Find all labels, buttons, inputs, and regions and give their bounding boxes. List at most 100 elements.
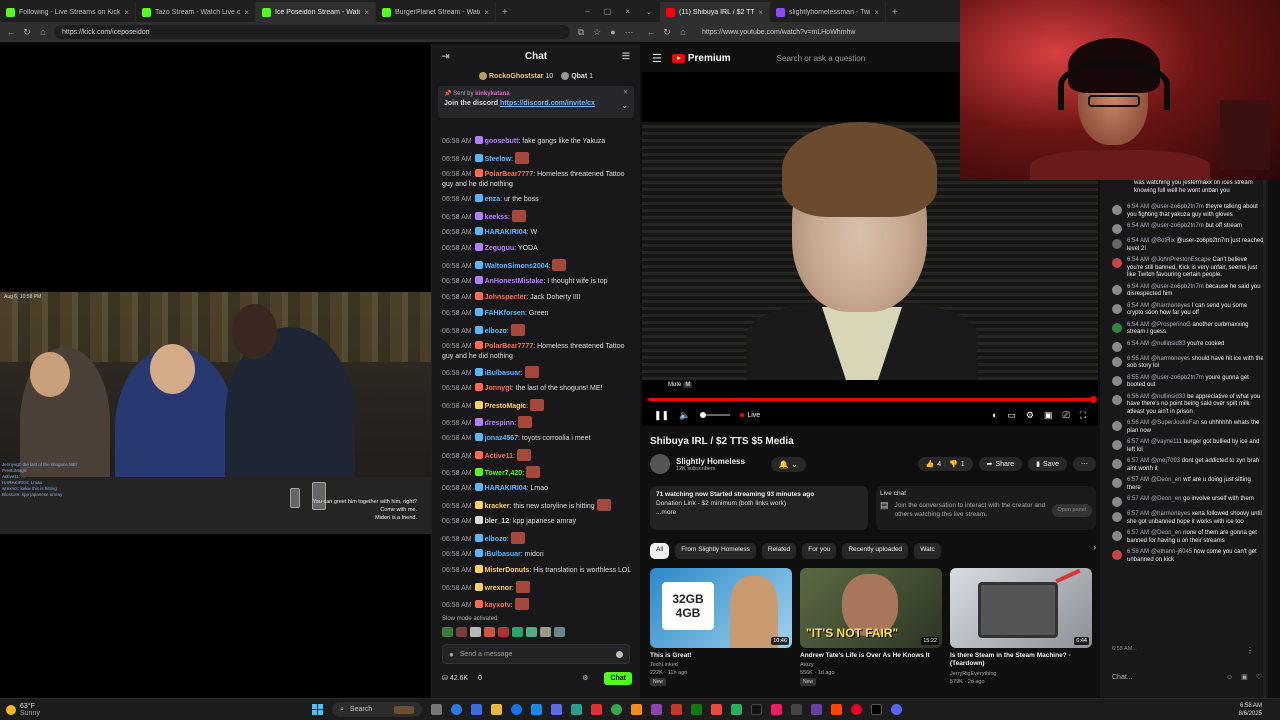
recommendation-title[interactable]: Is there Steam in the Steam Machine? - (… [950,652,1092,668]
live-badge[interactable]: Live [740,412,760,419]
discord-link[interactable]: https://discord.com/invite/cx [500,100,595,107]
recommendation-channel[interactable]: TechLinked [650,661,792,669]
user-avatar[interactable] [1112,205,1122,215]
close-icon[interactable]: × [244,8,249,17]
message-username[interactable]: Steelow [485,156,511,163]
user-avatar[interactable] [1112,322,1122,333]
app-icon[interactable] [771,704,782,715]
autoplay-toggle-icon[interactable]: ◐ [992,410,997,421]
open-panel-button[interactable]: Open panel [1051,503,1092,517]
store-icon[interactable] [531,704,542,715]
recommendation-card[interactable]: 6:44 Is there Steam in the Steam Machine… [950,568,1092,694]
emote-icon[interactable] [554,627,565,637]
close-window-icon[interactable]: × [625,7,630,16]
message-username[interactable]: @user-zo6pb2tn7m [1151,284,1204,290]
youtube-logo[interactable]: Premium [671,53,731,64]
reload-icon[interactable]: ↻ [662,27,672,38]
message-username[interactable]: @nullinsid33 [1151,394,1185,400]
emote-icon[interactable] [540,627,551,637]
message-username[interactable]: Active11 [485,453,513,460]
message-username[interactable]: Johnspecter [485,294,527,301]
recommendation-card[interactable]: "IT'S NOT FAIR" 15:22 Andrew Tate's Life… [800,568,942,694]
home-icon[interactable]: ⌂ [678,27,688,37]
app-icon[interactable] [571,704,582,715]
edge-icon[interactable] [511,704,522,715]
message-username[interactable]: @Deon_en [1151,496,1181,502]
user-avatar[interactable] [1112,394,1122,405]
chrome-icon[interactable] [611,704,622,715]
app-icon[interactable] [551,704,562,715]
more-options-icon[interactable]: ⋮ [1246,646,1254,655]
cast-icon[interactable]: ⎚ [1062,410,1069,421]
app-icon[interactable] [651,704,662,715]
message-username[interactable]: jonaz4567 [485,435,518,442]
profile-icon[interactable]: ● [608,27,618,37]
channel-points[interactable]: 0 [478,675,482,682]
windows-start-icon[interactable] [312,704,323,715]
video-thumbnail[interactable]: 6:44 [950,568,1092,648]
tab-youtube[interactable]: (11) Shibuya IRL / $2 TTS $5 Media × [660,2,770,22]
show-more-link[interactable]: ...more [656,508,862,517]
copilot-icon[interactable] [451,704,462,715]
emote-icon[interactable] [498,627,509,637]
tab-twitch[interactable]: slightlyhomelessman - Twitch × [770,2,886,22]
teams-icon[interactable] [471,704,482,715]
tab-tazo[interactable]: Tazo Stream - Watch Live on Kick × [136,2,256,22]
url-field[interactable]: https://www.youtube.com/watch?v=mLHoWhmh… [694,25,954,39]
close-icon[interactable]: × [364,8,369,17]
message-username[interactable]: enza [485,196,501,203]
emote-icon[interactable] [470,627,481,637]
like-button[interactable]: 👍 4 | 👎 1 [917,457,973,471]
message-username[interactable]: Tower7,420 [485,470,523,477]
message-username[interactable]: drespinn [485,420,515,427]
message-username[interactable]: @vayne111 [1151,439,1182,445]
message-username[interactable]: @nullinsid33 [1151,341,1185,347]
message-username[interactable]: keekss [485,214,508,221]
user-avatar[interactable] [1112,341,1122,352]
adobe-icon[interactable] [671,704,682,715]
extensions-icon[interactable]: ⧉ [576,27,586,38]
message-username[interactable]: iBulbasuar [485,370,521,377]
notification-bell-icon[interactable]: 🔔 ⌄ [770,456,806,472]
maximize-icon[interactable]: ▢ [604,7,612,16]
recommendation-title[interactable]: This is Great! [650,652,792,659]
chat-settings-gear-icon[interactable]: ⚙ [582,674,588,682]
message-username[interactable]: MisterDonuts [485,567,530,574]
video-thumbnail[interactable]: "IT'S NOT FAIR" 15:22 [800,568,942,648]
chevron-down-icon[interactable]: ⌄ [621,101,628,110]
message-username[interactable]: HARAKIRI04 [485,229,527,236]
message-username[interactable]: @user-zo6pb2tn7m [1151,204,1204,210]
message-username[interactable]: AnHonestMistake [485,278,544,285]
chat-message-list[interactable]: 06:58 AM goosebutt: fake gangs like the Y… [432,136,640,616]
thumbs-down-icon[interactable]: 👎 [949,460,958,468]
chat-input[interactable]: ● Send a message [442,644,630,664]
message-username[interactable]: Zeguguu [485,245,515,252]
weather-widget[interactable]: 63°F Sunny [0,703,300,717]
message-username[interactable]: kracker [485,503,510,510]
user-avatar[interactable] [1112,550,1122,560]
pinned-message[interactable]: 📌 Sent by kinkykatana Join the discord h… [438,86,634,118]
progress-bar[interactable] [648,396,1097,403]
message-username[interactable]: @JohnPrestonEscape [1151,257,1211,263]
hamburger-menu-icon[interactable]: ☰ [652,52,662,65]
unpin-icon[interactable]: ✕ [623,89,628,96]
chevron-right-icon[interactable]: › [1093,543,1096,559]
message-username[interactable]: PolarBear7777 [485,343,534,350]
user-avatar[interactable] [1112,239,1122,249]
app-icon[interactable] [871,704,882,715]
gifter-item[interactable]: Qbat 1 [561,72,593,80]
bookmark-icon[interactable]: ☆ [592,27,602,38]
message-username[interactable]: kayxotv [485,602,511,609]
user-avatar[interactable] [1112,459,1122,469]
user-avatar[interactable] [1112,258,1122,268]
share-button[interactable]: ➦ Share [978,457,1023,471]
chip-all[interactable]: All [650,543,670,559]
user-avatar[interactable] [1112,303,1122,314]
message-username[interactable]: @Deon_en [1151,477,1181,483]
chat-settings-icon[interactable]: ☰ [622,51,630,62]
message-username[interactable]: Jonnygt [485,385,512,392]
app-icon[interactable] [731,704,742,715]
heart-icon[interactable]: ♡ [1256,673,1262,681]
message-username[interactable]: goosebutt [485,138,519,145]
message-username[interactable]: bler_12 [485,518,510,525]
